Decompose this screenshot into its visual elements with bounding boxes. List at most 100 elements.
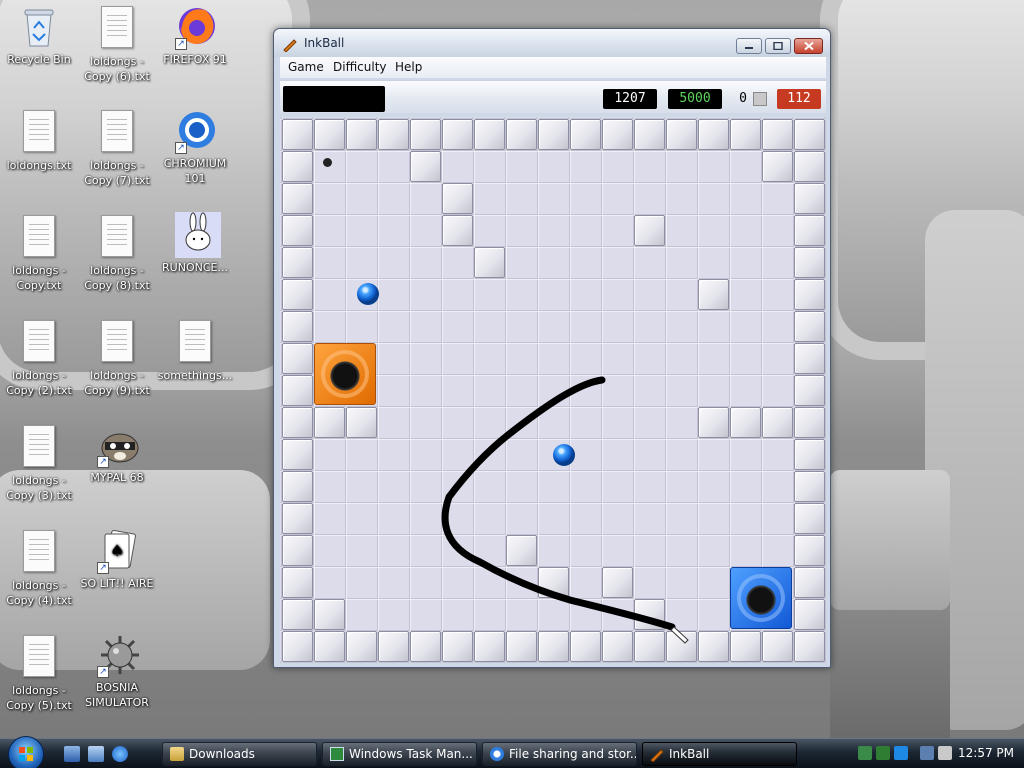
taskbar-button-task-manager[interactable]: Windows Task Man... <box>322 742 477 766</box>
text-file-icon <box>19 110 59 156</box>
taskbar-button-label: Windows Task Man... <box>349 747 473 761</box>
text-file-icon <box>97 215 137 261</box>
desktop-icon-label: loldongs.txt <box>6 159 72 172</box>
chromium-icon: ↗ <box>175 108 215 154</box>
desktop-icon-chromium[interactable]: ↗ CHROMIUM 101 <box>156 108 234 186</box>
minimize-icon <box>745 47 753 49</box>
menu-bar: Game Difficulty Help <box>280 57 826 78</box>
shortcut-arrow-icon: ↗ <box>175 142 187 154</box>
show-desktop-icon[interactable] <box>64 746 80 762</box>
volume-icon[interactable] <box>938 746 952 760</box>
internet-explorer-icon[interactable] <box>112 746 128 762</box>
close-icon <box>803 41 814 51</box>
desktop-icon-label: loldongs - Copy (4).txt <box>6 579 72 607</box>
svg-text:♠: ♠ <box>110 541 124 560</box>
desktop-icon-label: loldongs - Copy (7).txt <box>84 159 150 187</box>
desktop-icon-recycle-bin[interactable]: Recycle Bin <box>0 4 78 67</box>
desktop-icon-file[interactable]: loldongs - Copy.txt <box>0 215 78 293</box>
desktop-icon-runonce[interactable]: RUNONCE... <box>156 212 234 275</box>
clock[interactable]: 12:57 PM <box>958 746 1014 760</box>
minimize-button[interactable] <box>736 38 762 54</box>
maximize-button[interactable] <box>765 38 791 54</box>
balls-count: 0 <box>739 91 747 106</box>
menu-help[interactable]: Help <box>392 59 425 75</box>
desktop-icon-bosnia-simulator[interactable]: ↗ BOSNIA SIMULATOR <box>78 632 156 710</box>
text-file-icon <box>19 635 59 681</box>
desktop-icon-label: loldongs - Copy (2).txt <box>6 369 72 397</box>
desktop-icon-file[interactable]: somethings... <box>156 320 234 383</box>
taskbar-button-label: InkBall <box>669 747 710 761</box>
taskbar-button-browser[interactable]: File sharing and stor... <box>482 742 637 766</box>
wallpaper-bench <box>830 470 950 610</box>
ball-counter-icon <box>753 92 767 106</box>
recycle-bin-icon <box>19 4 59 50</box>
desktop-icon-file[interactable]: loldongs - Copy (9).txt <box>78 320 156 398</box>
desktop-icon-file[interactable]: loldongs - Copy (6).txt <box>78 6 156 84</box>
desktop-icon-file[interactable]: loldongs - Copy (8).txt <box>78 215 156 293</box>
desktop-icon-label: loldongs - Copy.txt <box>12 264 66 292</box>
desktop-icon-label: Recycle Bin <box>7 53 71 66</box>
firefox-icon: ↗ <box>175 4 215 50</box>
desktop-icon-file[interactable]: loldongs - Copy (5).txt <box>0 635 78 713</box>
spiked-mine-icon: ↗ <box>97 632 139 678</box>
text-file-icon <box>19 530 59 576</box>
ink-status-bar <box>283 86 385 112</box>
text-file-icon <box>97 320 137 366</box>
desktop-icon-label: loldongs - Copy (3).txt <box>6 474 72 502</box>
inkball-app-icon <box>650 747 664 763</box>
desktop-icon-label: loldongs - Copy (9).txt <box>84 369 150 397</box>
pen-cursor-icon <box>670 626 689 644</box>
text-file-icon <box>19 215 59 261</box>
network-icon[interactable] <box>858 746 872 760</box>
shortcut-arrow-icon: ↗ <box>97 456 109 468</box>
desktop-icon-mypal[interactable]: ↗ MYPAL 68 <box>78 422 156 485</box>
shortcut-arrow-icon: ↗ <box>175 38 187 50</box>
menu-game[interactable]: Game <box>285 59 327 75</box>
desktop-icon-label: loldongs - Copy (5).txt <box>6 684 72 712</box>
ink-line-layer <box>441 376 689 644</box>
menu-difficulty[interactable]: Difficulty <box>330 59 390 75</box>
taskbar-button-downloads[interactable]: Downloads <box>162 742 317 766</box>
monitor-icon[interactable] <box>920 746 934 760</box>
shortcut-arrow-icon: ↗ <box>97 562 109 574</box>
text-file-icon <box>97 6 137 52</box>
wallpaper-floor <box>830 600 950 738</box>
desktop-icon-file[interactable]: loldongs - Copy (3).txt <box>0 425 78 503</box>
desktop-icon-label: FIREFOX 91 <box>163 53 227 66</box>
text-file-icon <box>97 110 137 156</box>
title-bar[interactable]: InkBall <box>274 29 830 57</box>
time-remaining: 112 <box>777 89 821 109</box>
taskbar-button-inkball[interactable]: InkBall <box>642 742 797 766</box>
game-board[interactable] <box>280 117 826 663</box>
shortcut-arrow-icon: ↗ <box>97 666 109 678</box>
desktop-icon-solitaire[interactable]: ♠ ↗ SO LIT!! AIRE <box>78 528 156 591</box>
folder-icon <box>170 747 184 761</box>
current-score: 1207 <box>603 89 657 109</box>
taskbar: Downloads Windows Task Man... File shari… <box>0 736 1024 768</box>
task-manager-icon <box>330 747 344 761</box>
ink-line <box>441 376 676 631</box>
close-button[interactable] <box>794 38 823 54</box>
desktop-icon-label: BOSNIA SIMULATOR <box>85 681 149 709</box>
tray-app-icon[interactable] <box>876 746 890 760</box>
text-file-icon <box>19 425 59 471</box>
switch-windows-icon[interactable] <box>88 746 104 762</box>
raccoon-icon: ↗ <box>97 422 139 468</box>
desktop-icon-file[interactable]: loldongs - Copy (7).txt <box>78 110 156 188</box>
target-score: 5000 <box>668 89 722 109</box>
desktop-icon-label: MYPAL 68 <box>90 471 144 484</box>
cards-icon: ♠ ↗ <box>97 528 137 574</box>
bunny-icon <box>175 212 221 258</box>
score-bar: 1207 5000 0 112 <box>280 80 826 113</box>
desktop-icon-label: RUNONCE... <box>162 261 228 274</box>
tray-update-icon[interactable] <box>894 746 908 760</box>
desktop-icon-label: SO LIT!! AIRE <box>80 577 154 590</box>
desktop-icon-file[interactable]: loldongs - Copy (2).txt <box>0 320 78 398</box>
desktop-icon-firefox[interactable]: ↗ FIREFOX 91 <box>156 4 234 67</box>
maximize-icon <box>773 42 783 50</box>
start-button[interactable] <box>8 736 44 768</box>
desktop-icon-file[interactable]: loldongs.txt <box>0 110 78 173</box>
desktop-icon-file[interactable]: loldongs - Copy (4).txt <box>0 530 78 608</box>
text-file-icon <box>19 320 59 366</box>
desktop-icon-label: somethings... <box>157 369 233 382</box>
